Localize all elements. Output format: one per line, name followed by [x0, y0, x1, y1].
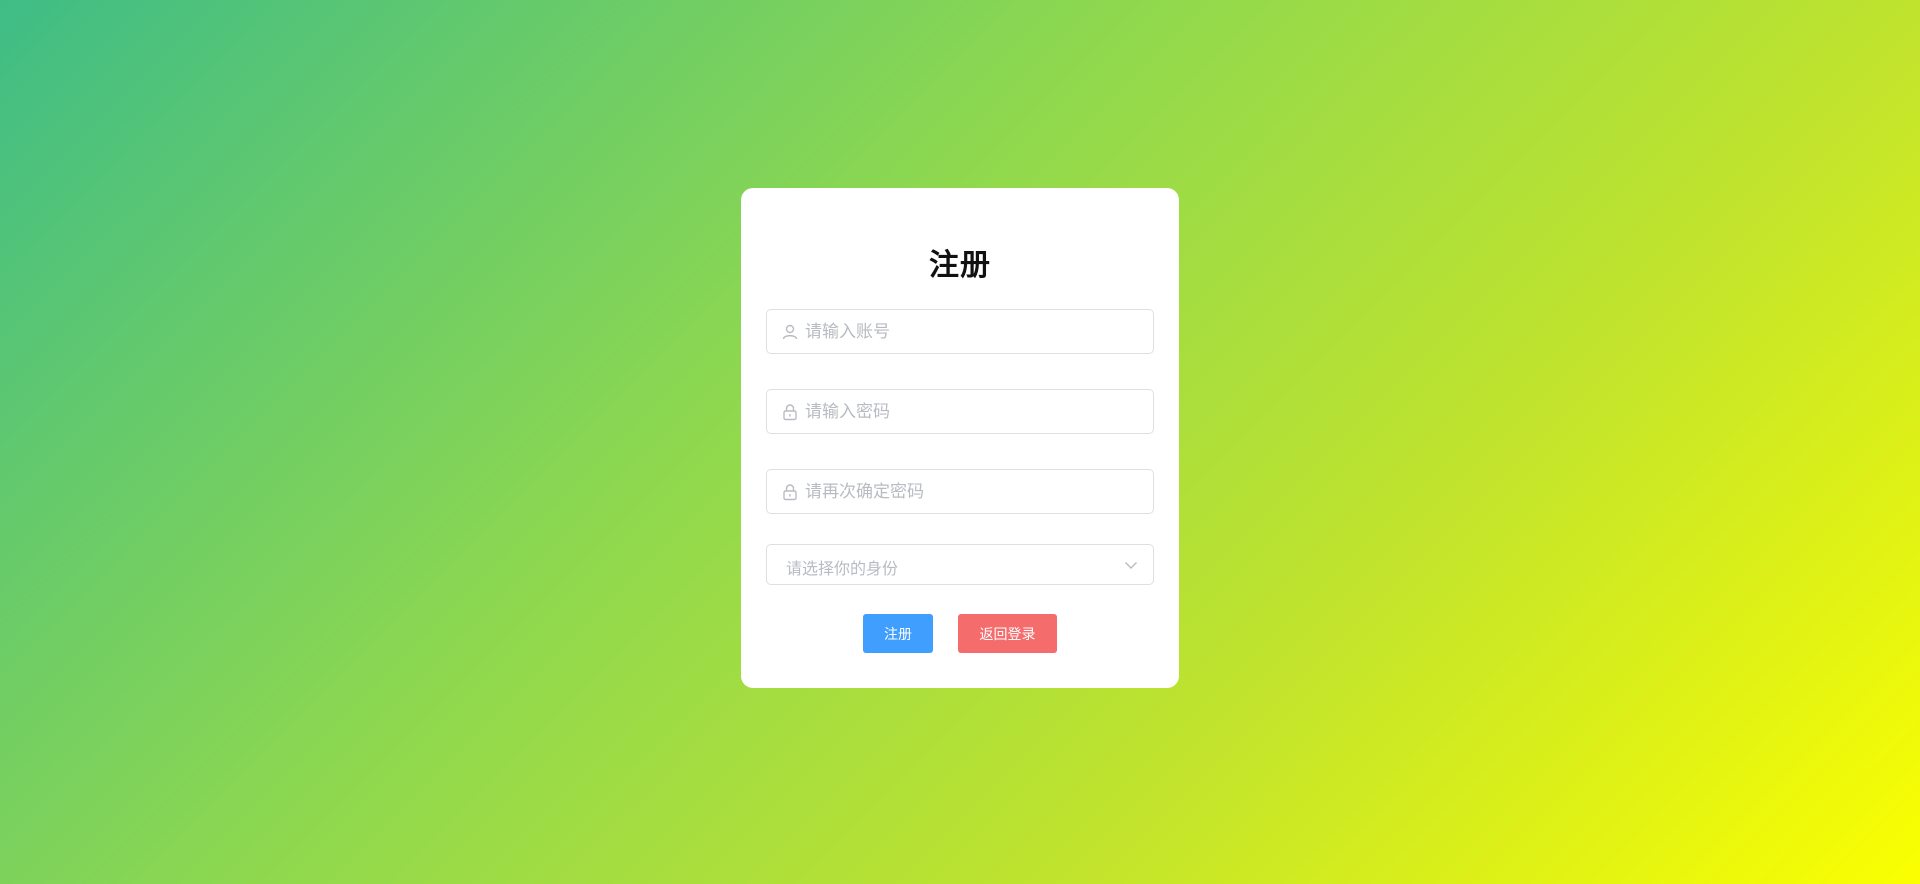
- register-card: 注册 请选择你的身份: [741, 188, 1179, 688]
- role-select-placeholder: 请选择你的身份: [786, 559, 899, 578]
- account-field[interactable]: [766, 309, 1154, 354]
- account-input[interactable]: [805, 310, 1145, 353]
- lock-icon: [781, 483, 799, 501]
- password-field[interactable]: [766, 389, 1154, 434]
- page-title: 注册: [929, 248, 991, 283]
- user-icon: [781, 323, 799, 341]
- register-button[interactable]: 注册: [863, 614, 933, 653]
- confirm-password-field[interactable]: [766, 469, 1154, 514]
- chevron-down-icon[interactable]: [1123, 557, 1139, 573]
- confirm-password-input[interactable]: [805, 470, 1145, 513]
- password-input[interactable]: [805, 390, 1145, 433]
- lock-icon: [781, 403, 799, 421]
- role-select[interactable]: 请选择你的身份: [766, 544, 1154, 585]
- back-to-login-button[interactable]: 返回登录: [958, 614, 1057, 653]
